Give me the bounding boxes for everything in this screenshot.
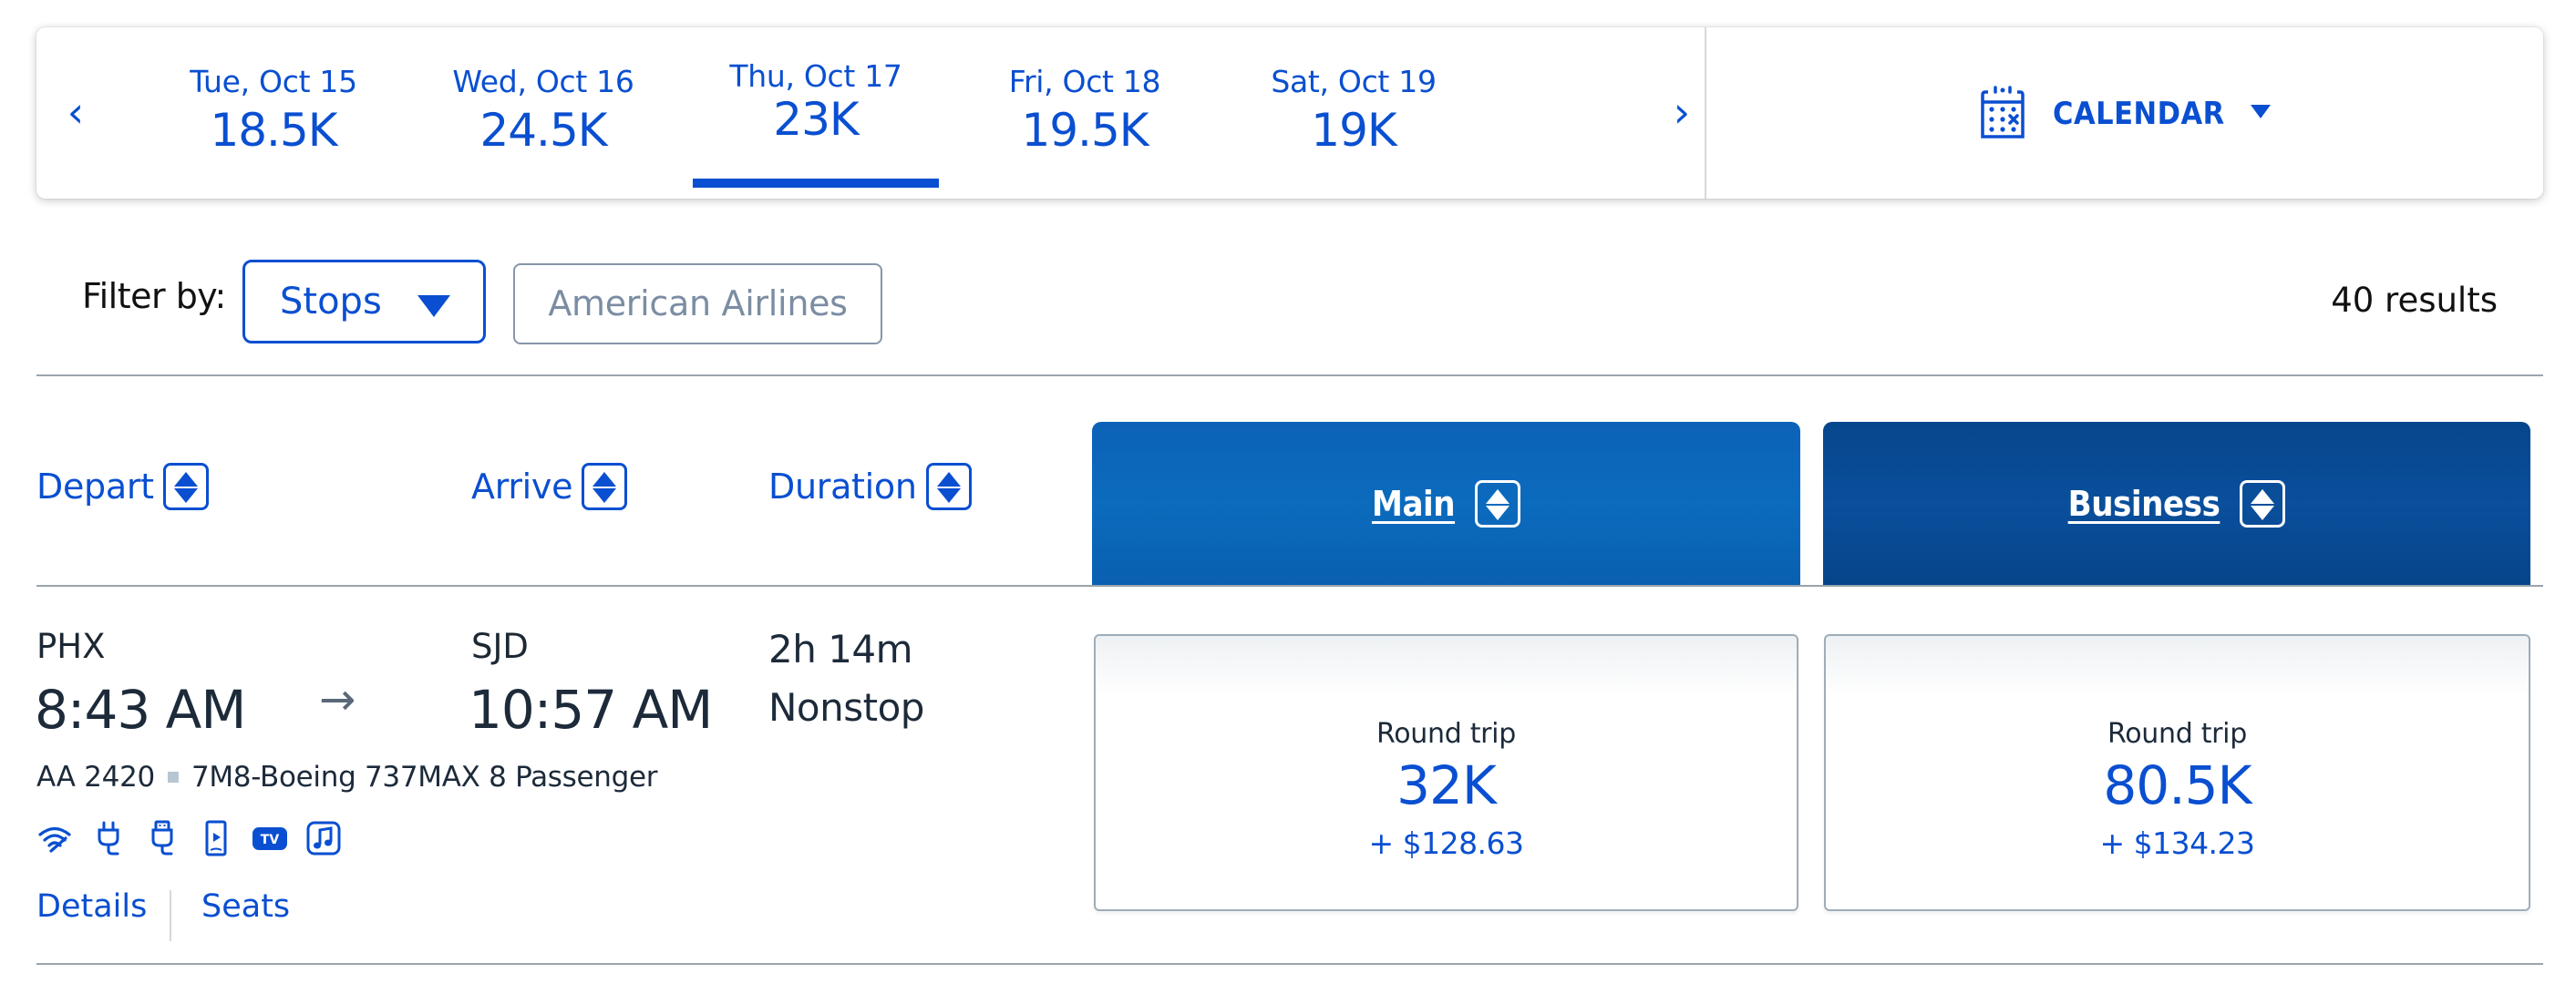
tv-icon: TV (252, 820, 288, 856)
business-fare-button[interactable]: Round trip 80.5K + $134.23 (1824, 634, 2530, 911)
date-tab-label: Sat, Oct 19 (1271, 64, 1437, 99)
date-tab-price: 18.5K (210, 104, 337, 157)
next-dates-button[interactable]: › (1659, 80, 1705, 144)
flight-number: AA 2420 (36, 761, 155, 794)
sort-icon (2240, 480, 2286, 528)
wifi-icon (36, 820, 73, 856)
calendar-button[interactable]: CALENDAR (1978, 77, 2271, 150)
destination-airport: SJD (471, 627, 529, 666)
business-cabin-label: Business (2067, 484, 2221, 524)
fare-taxes: + $134.23 (2099, 825, 2255, 861)
sort-icon (1475, 480, 1521, 528)
date-tab-label: Wed, Oct 16 (452, 64, 634, 99)
fare-miles: 80.5K (2103, 754, 2251, 816)
previous-dates-button[interactable]: ‹ (53, 80, 98, 144)
flight-info: AA 2420 7M8-Boeing 737MAX 8 Passenger (36, 761, 658, 794)
stops-filter-value: Stops (280, 281, 382, 323)
chevron-left-icon: ‹ (67, 87, 85, 137)
music-icon (305, 820, 342, 856)
date-tab-price: 23K (773, 93, 859, 146)
sort-duration-button[interactable]: Duration (768, 463, 972, 510)
arrive-time: 10:57 AM (469, 679, 713, 741)
power-outlet-icon (90, 820, 127, 856)
date-tab-label: Fri, Oct 18 (1008, 64, 1161, 99)
link-separator (170, 890, 171, 941)
sort-depart-button[interactable]: Depart (36, 463, 209, 510)
arrive-column-label: Arrive (471, 466, 573, 507)
svg-text:TV: TV (261, 833, 280, 847)
sort-icon (582, 463, 628, 510)
date-tab-oct-18[interactable]: Fri, Oct 18 19.5K (953, 64, 1217, 191)
selected-underline (693, 179, 939, 188)
date-tab-price: 19.5K (1021, 104, 1149, 157)
aircraft-type: 7M8-Boeing 737MAX 8 Passenger (191, 761, 658, 794)
date-tab-oct-19[interactable]: Sat, Oct 19 19K (1221, 64, 1486, 191)
depart-column-label: Depart (36, 466, 154, 507)
date-tab-price: 24.5K (479, 104, 607, 157)
duration-column-label: Duration (768, 466, 917, 507)
sort-arrive-button[interactable]: Arrive (471, 463, 628, 510)
filter-by-label: Filter by: (82, 276, 226, 316)
date-tab-oct-17[interactable]: Thu, Oct 17 23K (684, 58, 948, 191)
date-tab-label: Tue, Oct 15 (190, 64, 357, 99)
fare-miles: 32K (1396, 754, 1497, 816)
details-link[interactable]: Details (36, 888, 147, 925)
filter-divider (36, 374, 2543, 376)
sort-icon (162, 463, 209, 510)
main-cabin-label: Main (1371, 484, 1456, 524)
arrow-right-icon: → (319, 674, 356, 725)
fare-type: Round trip (1376, 718, 1516, 750)
stops-filter-select[interactable]: Stops (242, 260, 486, 343)
amenities-list: TV (36, 820, 359, 856)
chevron-right-icon: › (1673, 87, 1691, 137)
flight-duration: 2h 14m (768, 627, 913, 671)
seats-link[interactable]: Seats (201, 888, 290, 925)
mobile-entertainment-icon (198, 820, 234, 856)
caret-down-icon (2250, 104, 2271, 118)
header-divider (36, 585, 2543, 587)
caret-down-icon (417, 295, 450, 317)
main-fare-button[interactable]: Round trip 32K + $128.63 (1094, 634, 1798, 911)
date-tab-oct-16[interactable]: Wed, Oct 16 24.5K (411, 64, 675, 191)
calendar-icon (1978, 84, 2027, 144)
results-count: 40 results (2331, 281, 2498, 320)
date-tab-price: 19K (1311, 104, 1396, 157)
date-tab-label: Thu, Oct 17 (729, 58, 902, 94)
sort-icon (925, 463, 972, 510)
fare-type: Round trip (2107, 718, 2247, 750)
business-cabin-header[interactable]: Business (1823, 422, 2530, 586)
date-tab-oct-15[interactable]: Tue, Oct 15 18.5K (141, 64, 406, 191)
flight-stops: Nonstop (768, 685, 924, 730)
calendar-label: CALENDAR (2053, 96, 2225, 132)
main-cabin-header[interactable]: Main (1092, 422, 1800, 586)
date-calendar-divider (1705, 27, 1706, 199)
usb-icon (144, 820, 180, 856)
origin-airport: PHX (36, 627, 106, 666)
separator-square (167, 772, 179, 783)
date-selector-bar: ‹ Tue, Oct 15 18.5K Wed, Oct 16 24.5K Th… (36, 27, 2543, 199)
row-divider (36, 963, 2543, 965)
depart-time: 8:43 AM (35, 679, 246, 741)
american-airlines-filter-button[interactable]: American Airlines (513, 263, 882, 344)
fare-taxes: + $128.63 (1368, 825, 1524, 861)
